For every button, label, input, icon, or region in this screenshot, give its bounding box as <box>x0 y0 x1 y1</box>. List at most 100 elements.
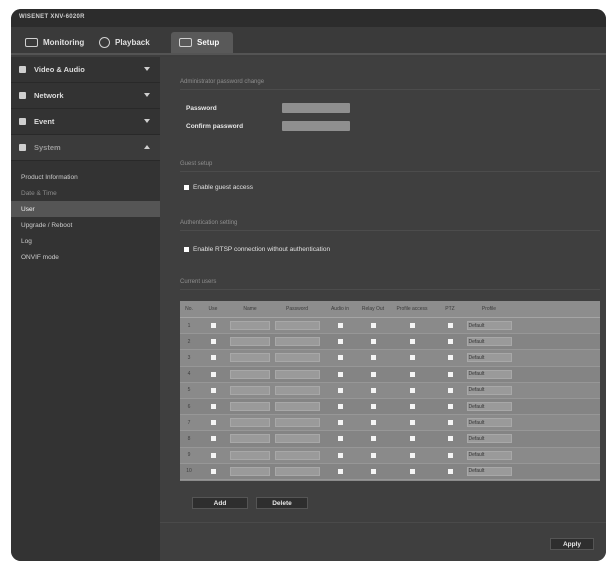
profile-access-checkbox[interactable] <box>409 468 415 474</box>
password-field[interactable] <box>282 103 350 113</box>
profile-access-checkbox[interactable] <box>409 323 415 329</box>
relay-out-checkbox[interactable] <box>370 339 376 345</box>
profile-select[interactable]: Default <box>466 321 512 331</box>
audio-in-checkbox[interactable] <box>337 339 343 345</box>
audio-in-checkbox[interactable] <box>337 355 343 361</box>
confirm-password-field[interactable] <box>282 121 350 131</box>
user-password-field[interactable] <box>274 434 320 444</box>
relay-out-checkbox[interactable] <box>370 420 376 426</box>
use-checkbox[interactable] <box>210 387 216 393</box>
tab-monitoring[interactable]: Monitoring <box>17 32 92 53</box>
rtsp-auth-checkbox[interactable] <box>184 247 189 252</box>
ptz-checkbox[interactable] <box>447 404 453 410</box>
delete-user-button[interactable]: Delete <box>256 497 308 509</box>
use-checkbox[interactable] <box>210 452 216 458</box>
ptz-checkbox[interactable] <box>447 371 453 377</box>
audio-in-checkbox[interactable] <box>337 387 343 393</box>
relay-out-checkbox[interactable] <box>370 387 376 393</box>
ptz-checkbox[interactable] <box>447 355 453 361</box>
profile-select[interactable]: Default <box>466 418 512 428</box>
profile-select[interactable]: Default <box>466 337 512 347</box>
sidebar-sub-product-information[interactable]: Product Information <box>11 169 160 185</box>
user-name-field[interactable] <box>230 402 270 412</box>
profile-access-checkbox[interactable] <box>409 452 415 458</box>
use-checkbox[interactable] <box>210 404 216 410</box>
sidebar-sub-upgrade-reboot[interactable]: Upgrade / Reboot <box>11 217 160 233</box>
user-password-field[interactable] <box>274 450 320 460</box>
profile-select[interactable]: Default <box>466 369 512 379</box>
use-checkbox[interactable] <box>210 371 216 377</box>
user-name-field[interactable] <box>230 353 270 363</box>
rtsp-auth-row[interactable]: Enable RTSP connection without authentic… <box>184 246 330 253</box>
ptz-checkbox[interactable] <box>447 387 453 393</box>
user-password-field[interactable] <box>274 337 320 347</box>
user-name-field[interactable] <box>230 337 270 347</box>
audio-in-checkbox[interactable] <box>337 436 343 442</box>
user-name-field[interactable] <box>230 466 270 476</box>
audio-in-checkbox[interactable] <box>337 323 343 329</box>
user-password-field[interactable] <box>274 418 320 428</box>
user-name-field[interactable] <box>230 369 270 379</box>
ptz-checkbox[interactable] <box>447 339 453 345</box>
use-checkbox[interactable] <box>210 339 216 345</box>
relay-out-checkbox[interactable] <box>370 371 376 377</box>
profile-select[interactable]: Default <box>466 353 512 363</box>
profile-select[interactable]: Default <box>466 450 512 460</box>
user-password-field[interactable] <box>274 466 320 476</box>
profile-select[interactable]: Default <box>466 434 512 444</box>
profile-access-checkbox[interactable] <box>409 420 415 426</box>
profile-access-checkbox[interactable] <box>409 355 415 361</box>
user-password-field[interactable] <box>274 321 320 331</box>
relay-out-checkbox[interactable] <box>370 404 376 410</box>
profile-access-checkbox[interactable] <box>409 436 415 442</box>
ptz-checkbox[interactable] <box>447 452 453 458</box>
user-password-field[interactable] <box>274 353 320 363</box>
sidebar-sub-user[interactable]: User <box>11 201 160 217</box>
ptz-checkbox[interactable] <box>447 468 453 474</box>
profile-access-checkbox[interactable] <box>409 404 415 410</box>
relay-out-checkbox[interactable] <box>370 323 376 329</box>
add-user-button[interactable]: Add <box>192 497 248 509</box>
guest-access-checkbox[interactable] <box>184 185 189 190</box>
profile-select[interactable]: Default <box>466 466 512 476</box>
user-name-field[interactable] <box>230 418 270 428</box>
user-name-field[interactable] <box>230 434 270 444</box>
user-name-field[interactable] <box>230 321 270 331</box>
use-checkbox[interactable] <box>210 355 216 361</box>
relay-out-checkbox[interactable] <box>370 468 376 474</box>
use-checkbox[interactable] <box>210 323 216 329</box>
relay-out-checkbox[interactable] <box>370 452 376 458</box>
relay-out-checkbox[interactable] <box>370 355 376 361</box>
tab-playback[interactable]: Playback <box>91 32 158 53</box>
user-password-field[interactable] <box>274 369 320 379</box>
audio-in-checkbox[interactable] <box>337 404 343 410</box>
sidebar-sub-onvif-mode[interactable]: ONVIF mode <box>11 249 160 265</box>
user-password-field[interactable] <box>274 385 320 395</box>
tab-setup[interactable]: Setup <box>171 32 233 53</box>
use-checkbox[interactable] <box>210 436 216 442</box>
relay-out-checkbox[interactable] <box>370 436 376 442</box>
audio-in-checkbox[interactable] <box>337 452 343 458</box>
sidebar-sub-log[interactable]: Log <box>11 233 160 249</box>
audio-in-checkbox[interactable] <box>337 420 343 426</box>
sidebar-item-video-audio[interactable]: Video & Audio <box>11 57 160 83</box>
ptz-checkbox[interactable] <box>447 420 453 426</box>
sidebar-item-network[interactable]: Network <box>11 83 160 109</box>
user-password-field[interactable] <box>274 402 320 412</box>
profile-select[interactable]: Default <box>466 385 512 395</box>
apply-button[interactable]: Apply <box>550 538 594 550</box>
profile-access-checkbox[interactable] <box>409 339 415 345</box>
use-checkbox[interactable] <box>210 420 216 426</box>
profile-select[interactable]: Default <box>466 402 512 412</box>
sidebar-sub-date-time[interactable]: Date & Time <box>11 185 160 201</box>
user-name-field[interactable] <box>230 450 270 460</box>
use-checkbox[interactable] <box>210 468 216 474</box>
guest-access-row[interactable]: Enable guest access <box>184 184 253 191</box>
sidebar-item-system[interactable]: System <box>11 135 160 161</box>
user-name-field[interactable] <box>230 385 270 395</box>
audio-in-checkbox[interactable] <box>337 371 343 377</box>
audio-in-checkbox[interactable] <box>337 468 343 474</box>
ptz-checkbox[interactable] <box>447 436 453 442</box>
ptz-checkbox[interactable] <box>447 323 453 329</box>
profile-access-checkbox[interactable] <box>409 371 415 377</box>
